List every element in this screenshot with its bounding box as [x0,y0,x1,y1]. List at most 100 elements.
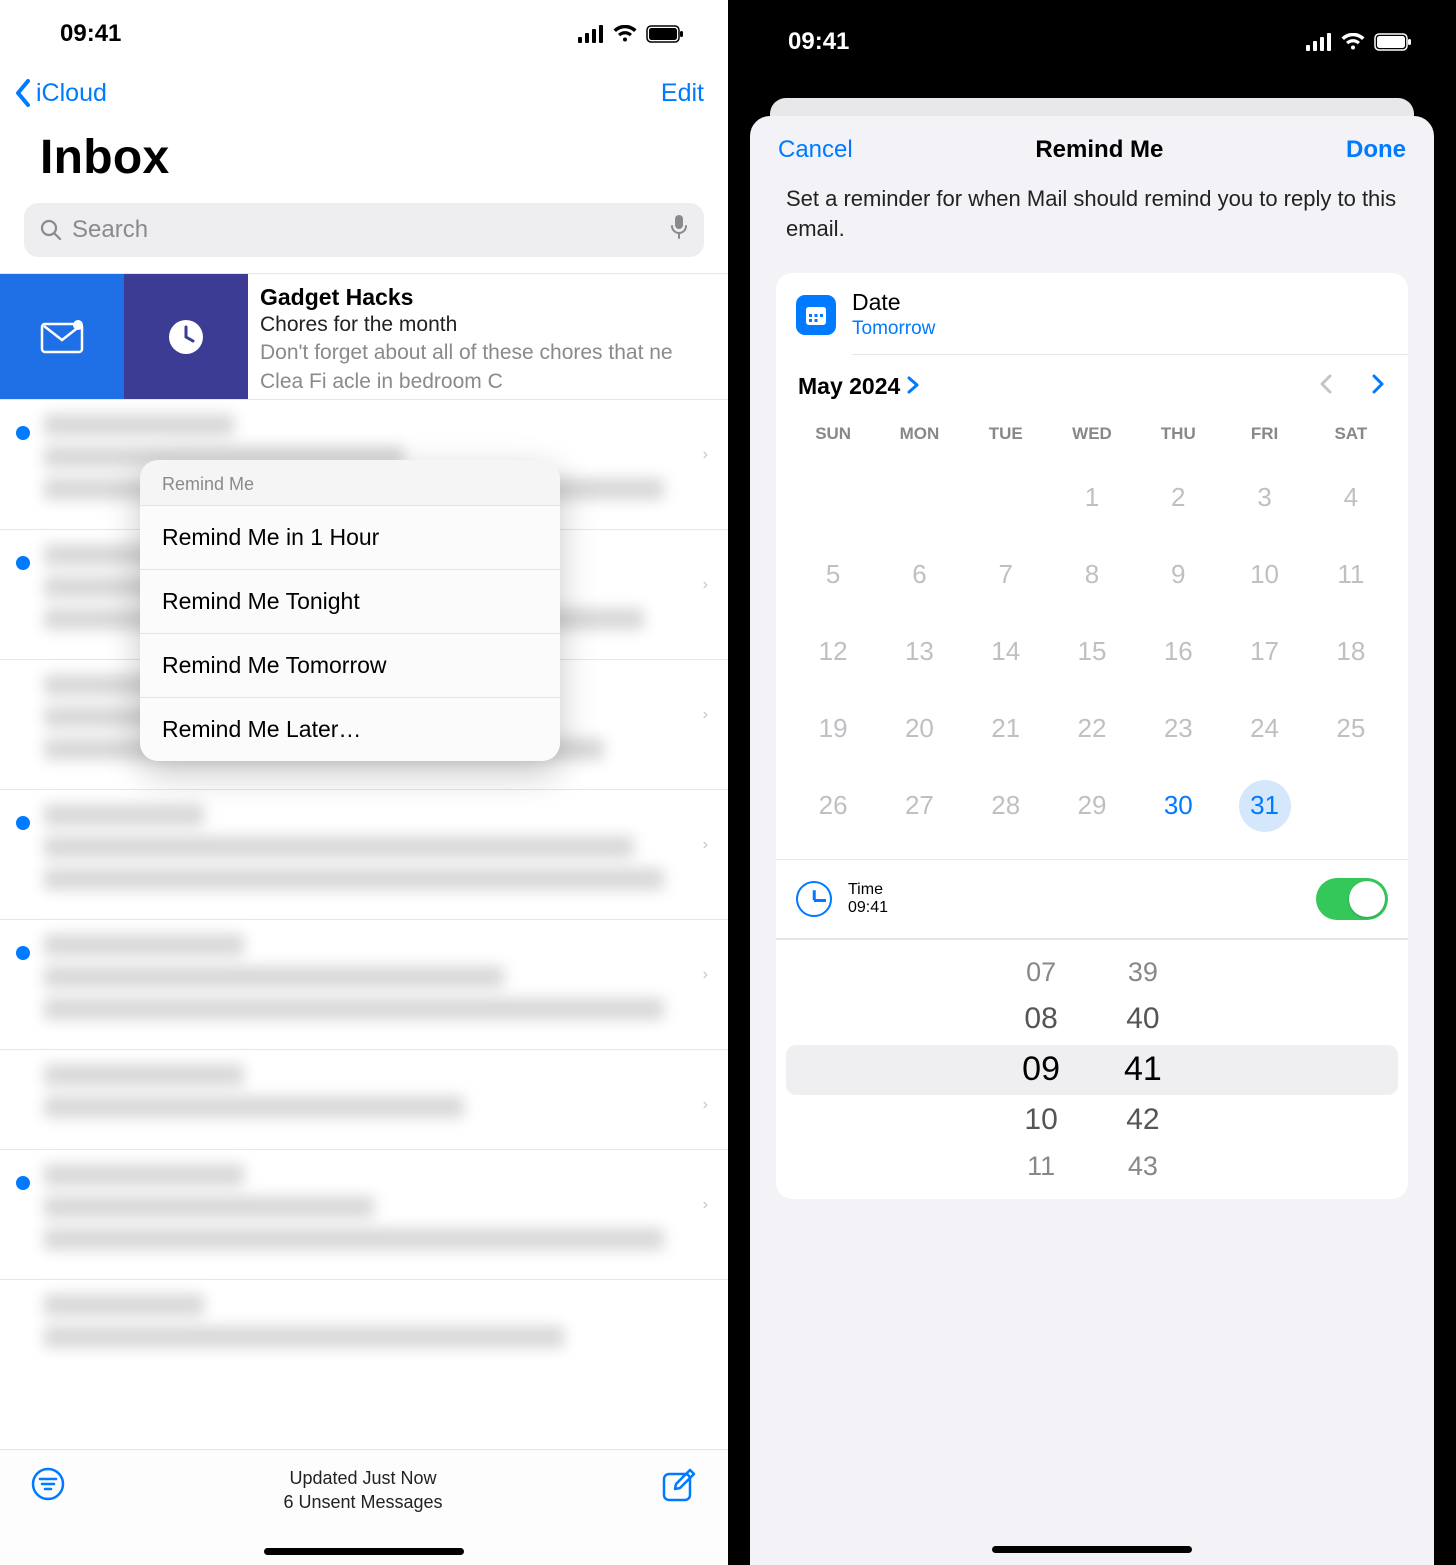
message-row[interactable]: › [0,1150,728,1280]
calendar-day[interactable]: 22 [1049,705,1135,752]
calendar-day[interactable]: 24 [1221,705,1307,752]
home-indicator [264,1548,464,1555]
message-row[interactable]: › [0,1050,728,1150]
calendar-day[interactable]: 26 [790,782,876,829]
month-selector: May 2024 [776,355,1408,408]
status-icons [1306,33,1412,51]
unread-dot [16,946,30,960]
clock-icon [796,881,832,917]
message-preview-2: Clea Fi acle in bedroom C [260,368,712,395]
chevron-right-icon: › [703,576,708,594]
time-label: Time [848,881,888,899]
chevron-right-icon [906,373,920,400]
calendar-day [963,474,1049,521]
calendar-day[interactable]: 30 [1135,782,1221,829]
status-line-1: Updated Just Now [283,1466,442,1490]
calendar-day[interactable]: 11 [1308,551,1394,598]
calendar-day[interactable]: 4 [1308,474,1394,521]
next-month-button[interactable] [1370,373,1386,400]
month-label[interactable]: May 2024 [798,373,900,400]
edit-button[interactable]: Edit [661,79,704,108]
dow: TUE [963,424,1049,444]
picker-hours[interactable]: 06070809101112 [1022,940,1060,1199]
calendar-day[interactable]: 28 [963,782,1049,829]
picker-value: 38 [1131,939,1155,943]
filter-button[interactable] [30,1466,66,1507]
picker-minutes[interactable]: 38 39 40 41 42 43 44 [1124,940,1162,1199]
calendar-day[interactable]: 6 [876,551,962,598]
remind-sheet: Cancel Remind Me Done Set a reminder for… [750,116,1434,1565]
swipe-action-remind[interactable] [124,274,248,399]
picker-value: 12 [1029,1196,1053,1199]
message-sender: Gadget Hacks [260,284,712,311]
calendar-day[interactable]: 18 [1308,628,1394,675]
done-button[interactable]: Done [1346,136,1406,164]
calendar-day[interactable]: 19 [790,705,876,752]
message-row[interactable] [0,1280,728,1380]
calendar-day[interactable]: 9 [1135,551,1221,598]
menu-title: Remind Me [140,460,560,506]
message-row[interactable]: › [0,790,728,920]
calendar-day[interactable]: 8 [1049,551,1135,598]
time-switch[interactable] [1316,878,1388,920]
sheet-title: Remind Me [1035,136,1163,164]
calendar-day[interactable]: 17 [1221,628,1307,675]
back-button[interactable]: iCloud [14,78,107,108]
calendar-day[interactable]: 21 [963,705,1049,752]
dictate-button[interactable] [670,214,688,247]
menu-item-remind-1h[interactable]: Remind Me in 1 Hour [140,506,560,570]
calendar-day[interactable]: 25 [1308,705,1394,752]
picker-value: 42 [1126,1103,1159,1137]
calendar-day[interactable]: 2 [1135,474,1221,521]
cellular-icon [1306,33,1332,51]
picker-value: 44 [1131,1196,1155,1199]
search-placeholder: Search [72,216,148,244]
cancel-button[interactable]: Cancel [778,136,853,164]
calendar-day[interactable]: 13 [876,628,962,675]
calendar-day[interactable]: 1 [1049,474,1135,521]
battery-icon [1374,33,1412,51]
calendar-grid: 1234567891011121314151617181920212223242… [776,474,1408,829]
picker-value: 41 [1124,1050,1162,1089]
message-content[interactable]: Gadget Hacks Chores for the month Don't … [248,274,728,399]
chevron-right-icon: › [703,836,708,854]
mic-icon [670,214,688,240]
calendar-day[interactable]: 5 [790,551,876,598]
calendar-day[interactable]: 10 [1221,551,1307,598]
home-indicator [992,1546,1192,1553]
calendar-icon [796,295,836,335]
swipe-action-read[interactable] [0,274,124,399]
menu-item-remind-later[interactable]: Remind Me Later… [140,698,560,761]
calendar-day[interactable]: 16 [1135,628,1221,675]
calendar-day[interactable]: 20 [876,705,962,752]
prev-month-button[interactable] [1318,373,1334,400]
menu-item-remind-tonight[interactable]: Remind Me Tonight [140,570,560,634]
sheet-description: Set a reminder for when Mail should remi… [750,178,1434,263]
search-field[interactable]: Search [24,203,704,257]
menu-item-remind-tomorrow[interactable]: Remind Me Tomorrow [140,634,560,698]
dow: SUN [790,424,876,444]
chevron-right-icon: › [703,706,708,724]
time-picker[interactable]: 06070809101112 38 39 40 41 42 43 44 [776,939,1408,1199]
calendar-day[interactable]: 29 [1049,782,1135,829]
date-row[interactable]: Date Tomorrow [776,273,1408,354]
picker-value: 39 [1128,957,1158,988]
calendar-day[interactable]: 23 [1135,705,1221,752]
calendar-day[interactable]: 3 [1221,474,1307,521]
message-row[interactable]: › [0,920,728,1050]
picker-value: 43 [1128,1151,1158,1182]
compose-button[interactable] [660,1466,698,1509]
calendar-day[interactable]: 27 [876,782,962,829]
chevron-left-icon [14,78,34,108]
remind-me-menu: Remind Me Remind Me in 1 Hour Remind Me … [140,460,560,761]
picker-value: 40 [1126,1002,1159,1036]
calendar-day[interactable]: 31 [1221,782,1307,829]
calendar-day[interactable]: 12 [790,628,876,675]
time-row[interactable]: Time 09:41 [776,859,1408,938]
unread-dot [16,556,30,570]
calendar-day[interactable]: 7 [963,551,1049,598]
picker-value: 06 [1029,939,1053,943]
message-list: Gadget Hacks Chores for the month Don't … [0,273,728,1380]
calendar-day[interactable]: 14 [963,628,1049,675]
calendar-day[interactable]: 15 [1049,628,1135,675]
